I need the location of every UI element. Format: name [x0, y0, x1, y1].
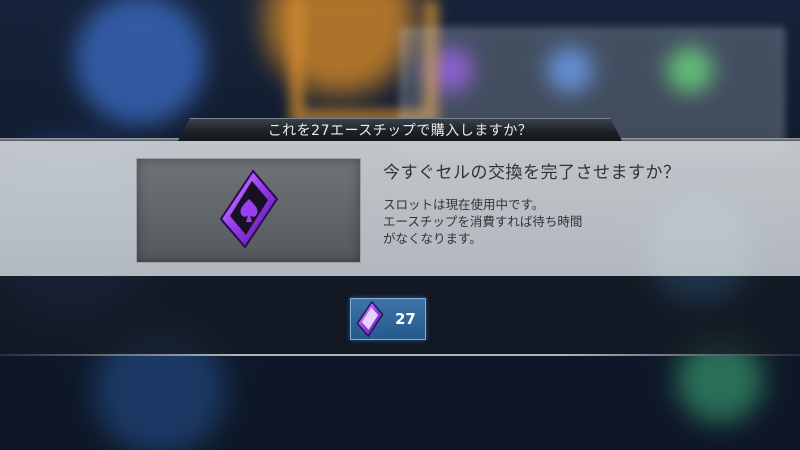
- bottom-rule: [0, 354, 800, 356]
- description-line: がなくなります。: [383, 231, 482, 246]
- banner-right-rule: [620, 138, 800, 141]
- description-line: エースチップを消費すれば待ち時間: [383, 214, 583, 229]
- item-preview: [136, 158, 361, 263]
- dialog-action-bar: 27: [0, 276, 800, 356]
- dialog-title: これを27エースチップで購入しますか？: [267, 123, 533, 139]
- buy-with-ace-chips-button[interactable]: 27: [350, 298, 426, 340]
- dialog-title-banner: これを27エースチップで購入しますか？: [178, 118, 622, 141]
- dialog-description: スロットは現在使用中です。 エースチップを消費すれば待ち時間 がなくなります。: [383, 196, 703, 247]
- game-screen: これを27エースチップで購入しますか？ 今すぐセルの交換を完了させますか？ スロ…: [0, 0, 800, 450]
- description-line: スロットは現在使用中です。: [383, 197, 545, 212]
- banner-left-rule: [0, 138, 180, 141]
- dialog-heading: 今すぐセルの交換を完了させますか？: [383, 163, 681, 183]
- purchase-dialog: 今すぐセルの交換を完了させますか？ スロットは現在使用中です。 エースチップを消…: [0, 141, 800, 276]
- price-label: 27: [395, 310, 416, 328]
- ace-chip-icon: [219, 169, 279, 249]
- ace-chip-icon: [356, 301, 384, 337]
